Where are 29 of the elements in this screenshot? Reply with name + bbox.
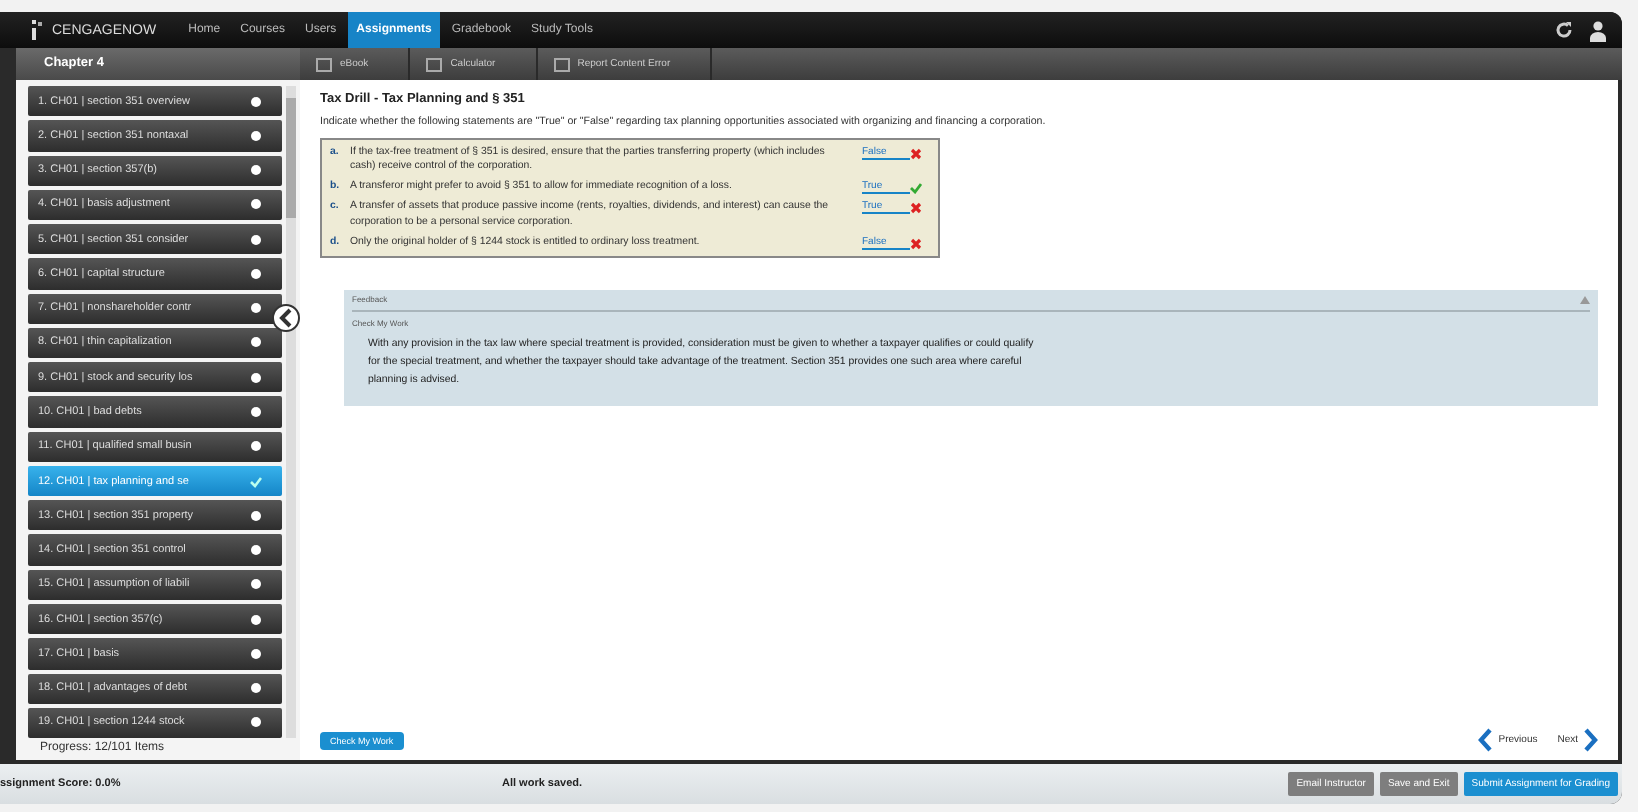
logo-icon [32, 20, 44, 40]
tool-icon [426, 57, 443, 71]
dot-icon [250, 509, 262, 522]
refresh-icon[interactable] [1554, 20, 1574, 40]
dot-icon [250, 95, 262, 108]
chevron-left-icon [1478, 728, 1493, 752]
dot-icon [250, 440, 262, 453]
dot-icon [250, 544, 262, 557]
dot-icon [250, 682, 262, 695]
chevron-right-icon [1584, 728, 1598, 752]
dot-icon [250, 198, 262, 211]
dot-icon [250, 406, 262, 419]
user-icon[interactable] [1590, 19, 1606, 41]
dot-icon [250, 164, 262, 177]
dot-icon [250, 302, 262, 315]
dot-icon [250, 336, 262, 349]
scrollbar[interactable] [286, 86, 296, 738]
dot-icon [250, 129, 262, 142]
dot-icon [250, 233, 262, 246]
dot-icon [250, 578, 262, 591]
tool-icon [553, 57, 570, 71]
dot-icon [250, 267, 262, 280]
dot-icon [250, 613, 262, 626]
dot-icon [250, 716, 262, 729]
check-icon [250, 475, 262, 488]
tool-icon [316, 57, 332, 71]
dot-icon [250, 647, 262, 660]
dot-icon [250, 371, 262, 384]
chevron-left-icon [278, 308, 294, 328]
